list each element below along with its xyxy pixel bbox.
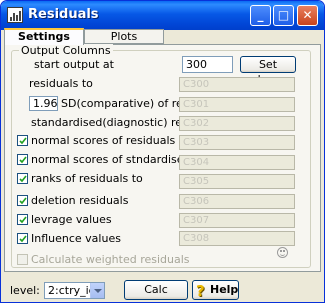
levrage-field: C307: [179, 213, 295, 228]
tab-plots[interactable]: Plots: [84, 29, 164, 44]
maximize-button[interactable]: □: [273, 5, 294, 26]
deletion-checkbox[interactable]: [17, 195, 28, 206]
start-output-input[interactable]: 300: [182, 56, 233, 73]
residuals-field: C300: [179, 77, 295, 92]
level-select[interactable]: 2:ctry_id: [44, 282, 105, 299]
calc-button[interactable]: Calc: [124, 280, 188, 300]
influence-field: C308: [179, 231, 295, 246]
normal-scores-std-field: C304: [179, 155, 295, 170]
tab-settings[interactable]: Settings: [4, 28, 84, 45]
minimize-button[interactable]: _: [250, 5, 271, 26]
residuals-window: Residuals _ □ ✕ Settings Plots Output Co…: [0, 0, 325, 303]
checkmark-icon: [19, 216, 27, 224]
window-title: Residuals: [28, 7, 99, 22]
influence-checkbox[interactable]: [17, 233, 28, 244]
group-title: Output Columns: [19, 44, 113, 57]
deletion-label: deletion residuals: [31, 194, 129, 207]
normal-scores-checkbox[interactable]: [17, 135, 28, 146]
level-label: level:: [10, 284, 40, 297]
sd-comparative-field: C301: [179, 97, 295, 112]
weighted-checkbox[interactable]: [17, 254, 28, 265]
influence-label: Influence values: [31, 232, 121, 245]
weighted-label: Calculate weighted residuals: [31, 253, 190, 266]
levrage-checkbox[interactable]: [17, 214, 28, 225]
ranks-label: ranks of residuals to: [31, 172, 143, 185]
residuals-label: residuals to: [29, 77, 93, 90]
ranks-field: C305: [179, 174, 295, 189]
help-label: Help: [210, 283, 239, 296]
minimize-icon: _: [257, 8, 264, 22]
checkmark-icon: [19, 137, 27, 145]
normal-scores-field: C303: [179, 135, 295, 150]
deletion-field: C306: [179, 194, 295, 209]
close-icon: ✕: [302, 8, 313, 22]
maximize-icon: □: [277, 8, 290, 22]
checkmark-icon: [19, 235, 27, 243]
app-icon: [7, 7, 23, 23]
smiley-icon: [277, 247, 288, 258]
checkmark-icon: [19, 175, 27, 183]
checkmark-icon: [19, 156, 27, 164]
sd-multiplier-input[interactable]: 1.96: [29, 96, 58, 111]
set-columns-button[interactable]: Set columns: [240, 56, 296, 86]
level-select-value: 2:ctry_id: [48, 284, 96, 297]
dropdown-arrow-icon[interactable]: [90, 283, 104, 298]
normal-scores-std-checkbox[interactable]: [17, 154, 28, 165]
normal-scores-label: normal scores of residuals to: [31, 134, 190, 147]
help-button[interactable]: ? Help: [192, 280, 239, 300]
levrage-label: levrage values: [31, 213, 112, 226]
title-bar[interactable]: Residuals _ □ ✕: [1, 1, 324, 30]
close-button[interactable]: ✕: [297, 5, 318, 26]
standardised-field: C302: [179, 116, 295, 131]
checkmark-icon: [19, 197, 27, 205]
help-icon: ?: [196, 282, 205, 300]
start-output-label: start output at: [34, 58, 114, 71]
calc-label: Calc: [144, 283, 168, 296]
ranks-checkbox[interactable]: [17, 173, 28, 184]
